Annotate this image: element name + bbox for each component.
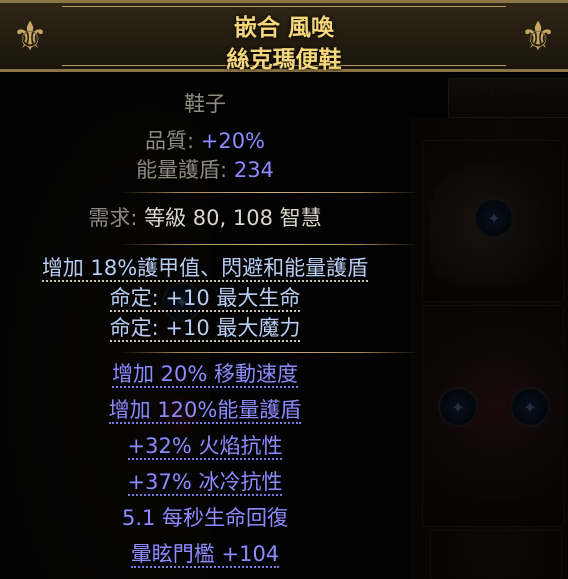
explicit-mod-text: 暈眩門檻 +104 bbox=[130, 542, 280, 568]
property-quality: 品質: +20% bbox=[0, 127, 410, 155]
enchant-mod-text: 增加 18%護甲值、閃避和能量護盾 bbox=[41, 256, 369, 282]
explicit-mod-text: 增加 20% 移動速度 bbox=[111, 362, 299, 388]
explicit-mod: +32% 火焰抗性 bbox=[0, 432, 410, 460]
enchant-mod-text: 命定: +10 最大生命 bbox=[109, 286, 301, 312]
explicit-mod: 增加 20% 移動速度 bbox=[0, 360, 410, 388]
explicit-mod-text: 5.1 每秒生命回復 bbox=[121, 506, 289, 530]
property-label: 能量護盾: bbox=[136, 158, 234, 182]
explicit-mod: +37% 冰冷抗性 bbox=[0, 468, 410, 496]
requirements: 需求: 等級 80, 108 智慧 bbox=[0, 204, 410, 232]
requirements-label: 需求: bbox=[88, 206, 145, 230]
explicit-mod: 5.1 每秒生命回復 bbox=[0, 504, 410, 532]
enchant-mod-text: 命定: +10 最大魔力 bbox=[109, 316, 301, 342]
tooltip-header: ⚜ ⚜ 嵌合 風喚 絲克瑪便鞋 bbox=[0, 0, 568, 73]
enchant-mod: 增加 18%護甲值、閃避和能量護盾 bbox=[0, 254, 410, 282]
explicit-mod: 增加 120%能量護盾 bbox=[0, 396, 410, 424]
explicit-mod-text: +32% 火焰抗性 bbox=[127, 434, 283, 460]
header-border-top bbox=[62, 6, 506, 7]
item-class: 鞋子 bbox=[184, 92, 226, 116]
property-energy-shield: 能量護盾: 234 bbox=[0, 156, 410, 184]
separator bbox=[120, 352, 420, 353]
item-base-name: 絲克瑪便鞋 bbox=[226, 46, 342, 73]
item-tooltip: ⚜ ⚜ 嵌合 風喚 絲克瑪便鞋 鞋子 品質: +20% 能量護盾: 234 需求… bbox=[0, 0, 568, 579]
explicit-mod-text: 增加 120%能量護盾 bbox=[108, 398, 302, 424]
enchant-mod: 命定: +10 最大生命 bbox=[0, 284, 410, 312]
tooltip-body: 鞋子 品質: +20% 能量護盾: 234 需求: 等級 80, 108 智慧 … bbox=[0, 72, 568, 579]
requirements-text: 等級 80, 108 智慧 bbox=[144, 206, 322, 230]
enchant-mod: 命定: +10 最大魔力 bbox=[0, 314, 410, 342]
item-name: 嵌合 風喚 bbox=[233, 14, 334, 41]
property-value: +20% bbox=[200, 129, 266, 153]
property-label: 品質: bbox=[144, 129, 201, 153]
property-value: 234 bbox=[233, 158, 274, 182]
separator bbox=[120, 244, 420, 245]
explicit-mod-text: +37% 冰冷抗性 bbox=[127, 470, 283, 496]
explicit-mod: 暈眩門檻 +104 bbox=[0, 540, 410, 568]
separator bbox=[120, 192, 420, 193]
